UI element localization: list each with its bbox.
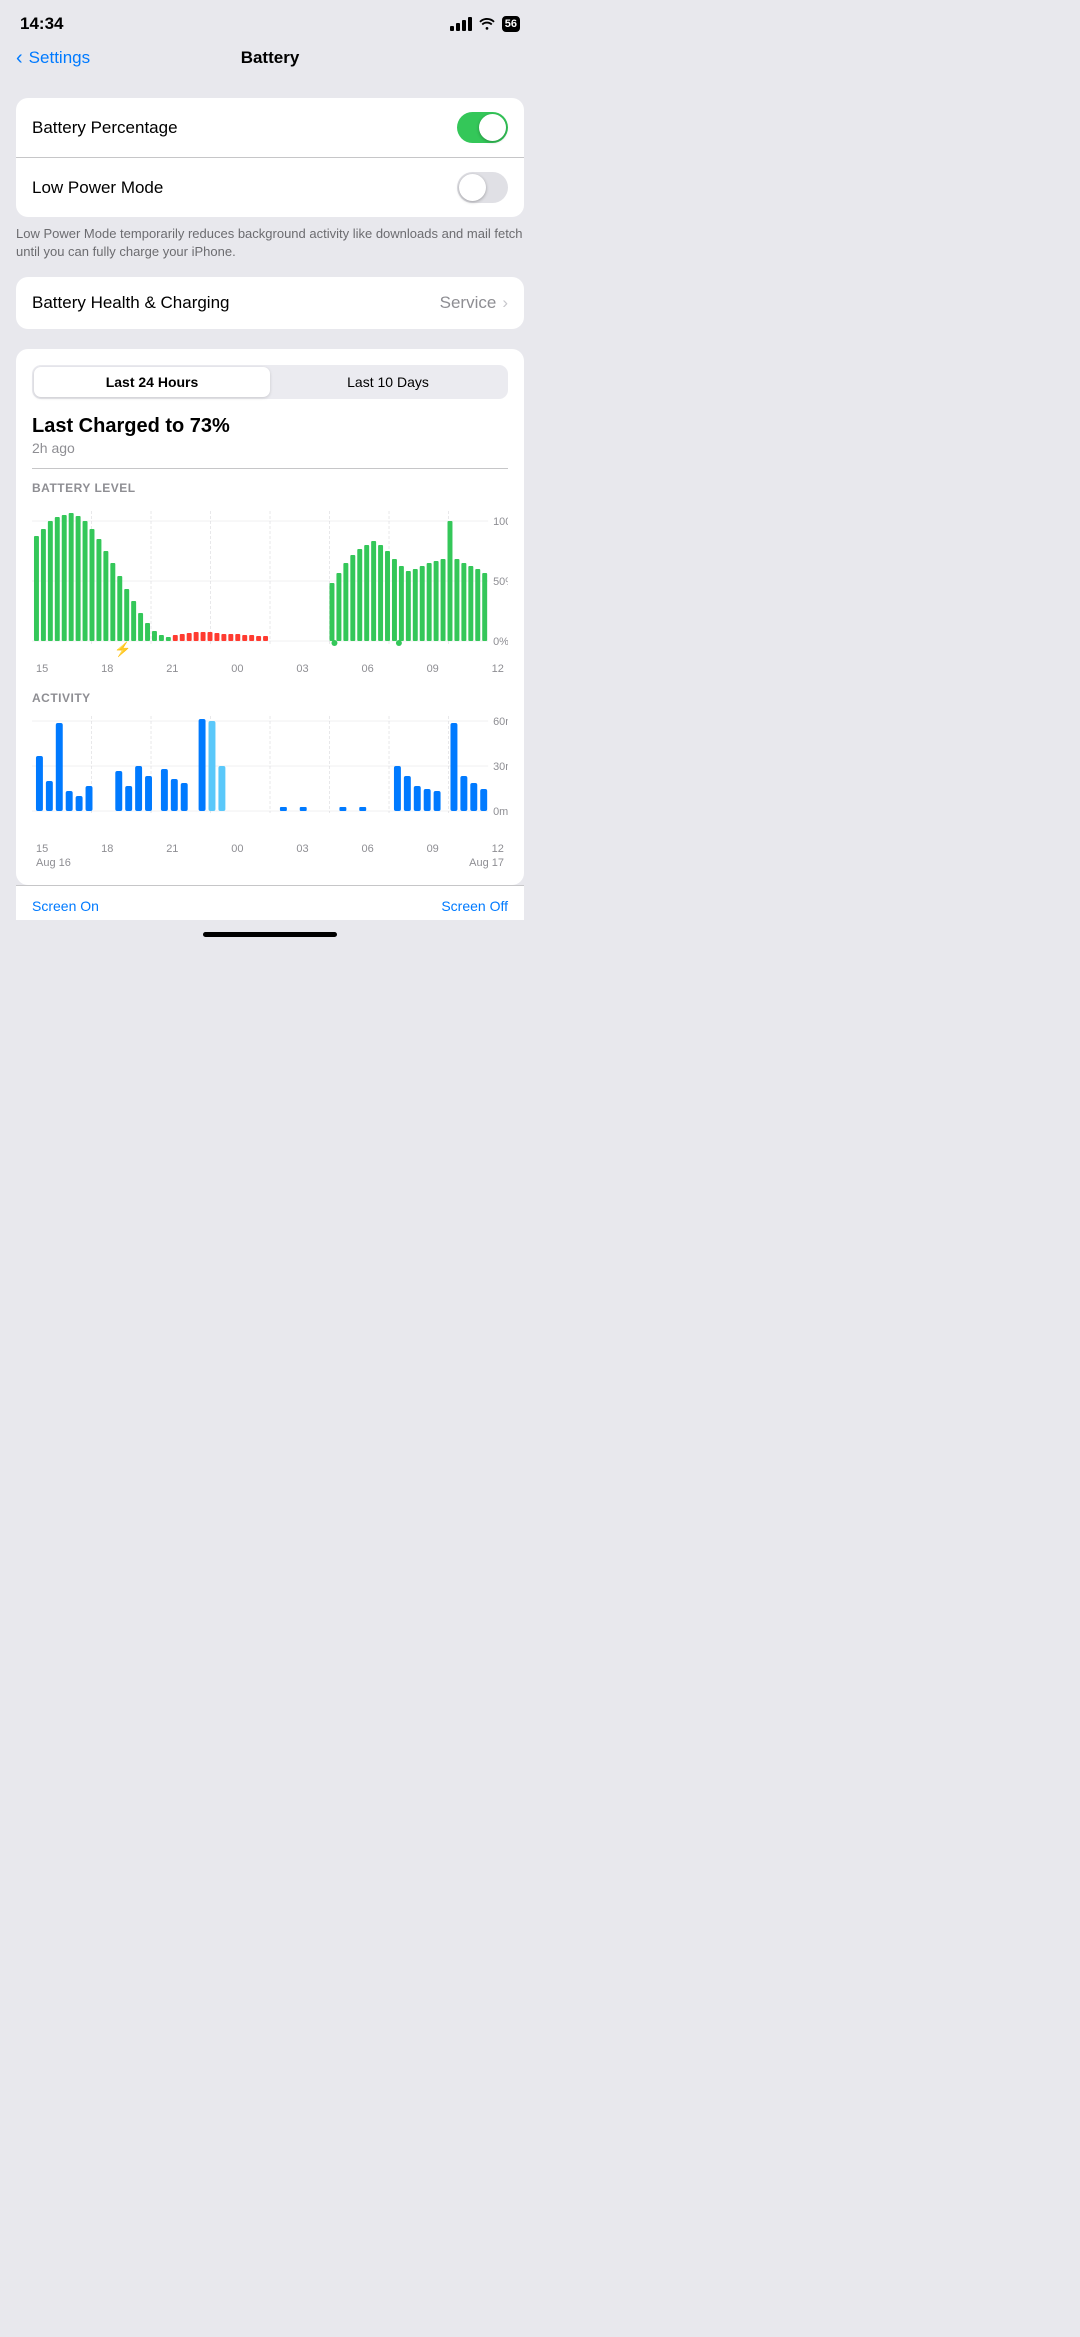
activity-chart-area: 60m 30m 0m <box>32 711 508 841</box>
svg-text:30m: 30m <box>493 761 508 773</box>
battery-percentage-row: Battery Percentage <box>16 98 524 157</box>
charge-sub: 2h ago <box>32 440 508 456</box>
status-icons: 56 <box>450 16 520 33</box>
activity-label: ACTIVITY <box>32 691 508 705</box>
svg-text:0m: 0m <box>493 806 508 818</box>
date-aug16: Aug 16 <box>36 857 71 869</box>
battery-x-labels: 15 18 21 00 03 06 09 12 <box>32 663 508 675</box>
svg-text:⚡: ⚡ <box>114 641 131 658</box>
svg-text:100%: 100% <box>493 516 508 528</box>
battery-settings-card: Battery Percentage Low Power Mode <box>16 98 524 217</box>
time-range-toggle[interactable]: Last 24 Hours Last 10 Days <box>32 365 508 399</box>
battery-health-status: Service <box>440 293 497 313</box>
screen-off-tab[interactable]: Screen Off <box>441 898 508 914</box>
tab-10d[interactable]: Last 10 Days <box>270 367 506 397</box>
svg-text:60m: 60m <box>493 716 508 728</box>
toggle-thumb-off <box>459 174 486 201</box>
tab-24h[interactable]: Last 24 Hours <box>34 367 270 397</box>
back-chevron-icon: ‹ <box>16 47 23 70</box>
signal-icon <box>450 17 472 31</box>
battery-health-card[interactable]: Battery Health & Charging Service › <box>16 277 524 329</box>
battery-health-label: Battery Health & Charging <box>32 293 230 313</box>
low-power-mode-label: Low Power Mode <box>32 178 163 198</box>
nav-bar: ‹ Settings Battery <box>0 42 540 78</box>
battery-chart-area: ⚡ 100% 50% 0% <box>32 501 508 661</box>
home-indicator <box>203 932 337 937</box>
low-power-mode-row: Low Power Mode <box>16 157 524 217</box>
screen-on-tab[interactable]: Screen On <box>32 898 99 914</box>
activity-chart: 60m 30m 0m <box>32 711 508 841</box>
battery-level-chart: ⚡ 100% 50% 0% <box>32 501 508 661</box>
chevron-right-icon: › <box>502 293 508 313</box>
svg-text:50%: 50% <box>493 576 508 588</box>
battery-health-row[interactable]: Battery Health & Charging Service › <box>16 277 524 329</box>
back-label: Settings <box>29 48 90 68</box>
bottom-tabs: Screen On Screen Off <box>16 885 524 920</box>
battery-health-right: Service › <box>440 293 508 313</box>
back-button[interactable]: ‹ Settings <box>16 47 90 70</box>
date-row: Aug 16 Aug 17 <box>32 855 508 869</box>
low-power-mode-toggle[interactable] <box>457 172 508 203</box>
toggle-thumb <box>479 114 506 141</box>
battery-percentage-label: Battery Percentage <box>32 118 178 138</box>
wifi-icon <box>478 16 496 33</box>
page-title: Battery <box>241 48 300 68</box>
low-power-footnote: Low Power Mode temporarily reduces backg… <box>0 217 540 277</box>
activity-x-labels: 15 18 21 00 03 06 09 12 <box>32 843 508 855</box>
charge-title: Last Charged to 73% <box>32 415 508 438</box>
status-bar: 14:34 56 <box>0 0 540 42</box>
chart-card: Last 24 Hours Last 10 Days Last Charged … <box>16 349 524 885</box>
battery-level-label: BATTERY LEVEL <box>32 481 508 495</box>
battery-percentage-toggle[interactable] <box>457 112 508 143</box>
svg-text:0%: 0% <box>493 636 508 648</box>
date-aug17: Aug 17 <box>469 857 504 869</box>
chart-divider <box>32 468 508 469</box>
battery-icon: 56 <box>502 16 520 32</box>
charge-info: Last Charged to 73% 2h ago <box>32 415 508 456</box>
status-time: 14:34 <box>20 14 63 34</box>
